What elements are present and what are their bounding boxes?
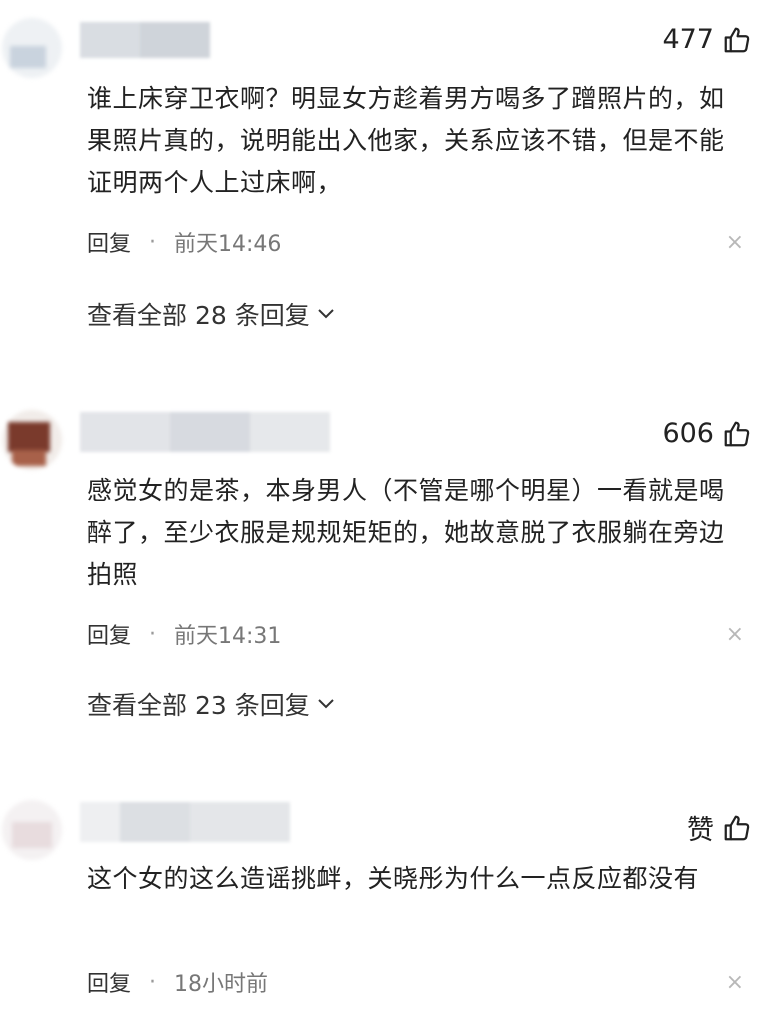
like-count: 477 — [662, 24, 714, 55]
timestamp: 前天14:31 — [174, 624, 282, 649]
comment-item: 赞 这个女的这么造谣挑衅，关晓彤为什么一点反应都没有 回复 · 18小时前 × — [0, 790, 780, 1030]
username-blurred[interactable] — [80, 802, 290, 842]
like-button[interactable]: 赞 — [687, 808, 752, 847]
thumbs-up-icon — [724, 27, 750, 52]
avatar[interactable] — [2, 800, 62, 860]
view-all-label: 查看全部 23 条回复 — [87, 691, 310, 720]
like-count: 赞 — [687, 815, 714, 846]
reply-button[interactable]: 回复 — [87, 966, 131, 998]
comment-text: 这个女的这么造谣挑衅，关晓彤为什么一点反应都没有 — [87, 864, 700, 893]
comment-meta: 回复 · 前天14:46 — [87, 226, 281, 258]
reply-button[interactable]: 回复 — [87, 226, 131, 258]
meta-separator: · — [149, 229, 157, 255]
close-icon[interactable]: × — [726, 622, 744, 647]
meta-separator: · — [149, 621, 157, 647]
timestamp: 18小时前 — [174, 972, 269, 997]
view-all-replies[interactable]: 查看全部 28 条回复 — [87, 296, 336, 332]
like-button[interactable]: 606 — [662, 418, 752, 449]
username-blurred[interactable] — [80, 412, 330, 452]
thumbs-up-icon — [724, 421, 750, 446]
reply-button[interactable]: 回复 — [87, 618, 131, 650]
avatar[interactable] — [2, 18, 62, 78]
username-blurred[interactable] — [80, 22, 210, 58]
comment-text: 谁上床穿卫衣啊？明显女方趁着男方喝多了蹭照片的，如果照片真的，说明能出入他家，关… — [87, 84, 725, 197]
thumbs-up-icon — [724, 815, 750, 840]
chevron-down-icon — [318, 699, 334, 709]
comment-meta: 回复 · 前天14:31 — [87, 618, 281, 650]
close-icon[interactable]: × — [726, 230, 744, 255]
meta-separator: · — [149, 969, 157, 995]
close-icon[interactable]: × — [726, 970, 744, 995]
like-button[interactable]: 477 — [662, 24, 752, 55]
comment-meta: 回复 · 18小时前 — [87, 966, 268, 998]
comment-text: 感觉女的是茶，本身男人（不管是哪个明星）一看就是喝醉了，至少衣服是规规矩矩的，她… — [87, 476, 725, 589]
avatar[interactable] — [2, 410, 62, 470]
like-count: 606 — [662, 418, 714, 449]
view-all-replies[interactable]: 查看全部 23 条回复 — [87, 686, 336, 722]
chevron-down-icon — [318, 309, 334, 319]
view-all-label: 查看全部 28 条回复 — [87, 301, 310, 330]
timestamp: 前天14:46 — [174, 232, 282, 257]
comment-item: 606 感觉女的是茶，本身男人（不管是哪个明星）一看就是喝醉了，至少衣服是规规矩… — [0, 400, 780, 780]
comment-item: 477 谁上床穿卫衣啊？明显女方趁着男方喝多了蹭照片的，如果照片真的，说明能出入… — [0, 0, 780, 370]
